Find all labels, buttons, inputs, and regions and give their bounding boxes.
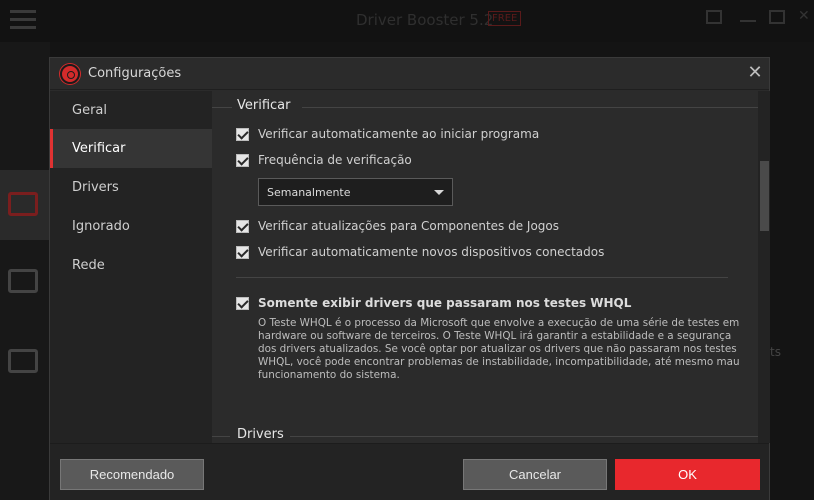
section-divider [290,436,758,437]
nav-item-ignorado[interactable]: Ignorado [50,207,212,246]
options-divider [236,277,728,278]
background-edge-text: ts [770,345,781,359]
settings-dialog: Configurações ✕ Geral Verificar Drivers … [49,57,770,500]
section-heading-drivers: Drivers [237,427,284,442]
dialog-footer: Recomendado Cancelar OK [50,443,769,500]
scrollbar-thumb[interactable] [760,161,769,231]
checkbox-scan-frequency[interactable] [236,154,249,167]
checkbox-auto-scan-startup[interactable] [236,128,249,141]
ok-button[interactable]: OK [615,459,760,490]
menu-icon[interactable] [10,10,36,32]
toolbox-nav-icon[interactable] [0,327,50,397]
nav-item-verificar[interactable]: Verificar [50,129,212,168]
option-label: Somente exibir drivers que passaram nos … [258,296,632,310]
close-icon[interactable]: ✕ [746,64,764,82]
checkbox-new-devices[interactable] [236,246,249,259]
option-label: Frequência de verificação [258,153,412,167]
settings-nav: Geral Verificar Drivers Ignorado Rede [50,91,212,443]
close-app-icon[interactable]: ✕ [798,8,814,24]
background-app-title: Driver Booster 5.2 [356,11,494,29]
app-logo-icon [60,64,80,84]
frequency-select[interactable]: Semanalmente [258,178,453,206]
dialog-title: Configurações [88,66,182,81]
scrollbar[interactable] [758,91,770,443]
cancel-button[interactable]: Cancelar [463,459,607,490]
background-sidebar [0,42,50,500]
frequency-select-value: Semanalmente [267,186,351,199]
restore-nav-icon[interactable] [0,247,50,317]
maximize-icon[interactable] [769,10,785,24]
free-badge: FREE [488,11,522,26]
option-label: Verificar automaticamente novos disposit… [258,245,605,259]
scan-nav-icon[interactable] [0,170,50,240]
whql-description: O Teste WHQL é o processo da Microsoft q… [258,317,740,381]
dialog-titlebar: Configurações ✕ [50,58,769,90]
checkbox-whql-only[interactable] [236,297,249,310]
chevron-down-icon [434,190,444,195]
option-label: Verificar automaticamente ao iniciar pro… [258,127,540,141]
nav-item-rede[interactable]: Rede [50,246,212,285]
option-label: Verificar atualizações para Componentes … [258,219,560,233]
background-titlebar: Driver Booster 5.2 FREE ✕ [0,0,814,42]
section-divider [212,436,230,437]
minimize-icon[interactable] [740,20,756,23]
nav-item-drivers[interactable]: Drivers [50,168,212,207]
section-divider [302,107,758,108]
checkbox-game-components[interactable] [236,220,249,233]
nav-item-geral[interactable]: Geral [50,91,212,130]
settings-content: Verificar Verificar automaticamente ao i… [212,91,758,443]
recommended-button[interactable]: Recomendado [60,459,204,490]
section-divider [212,107,232,108]
feedback-icon[interactable] [706,10,722,24]
section-heading-verificar: Verificar [237,98,291,113]
